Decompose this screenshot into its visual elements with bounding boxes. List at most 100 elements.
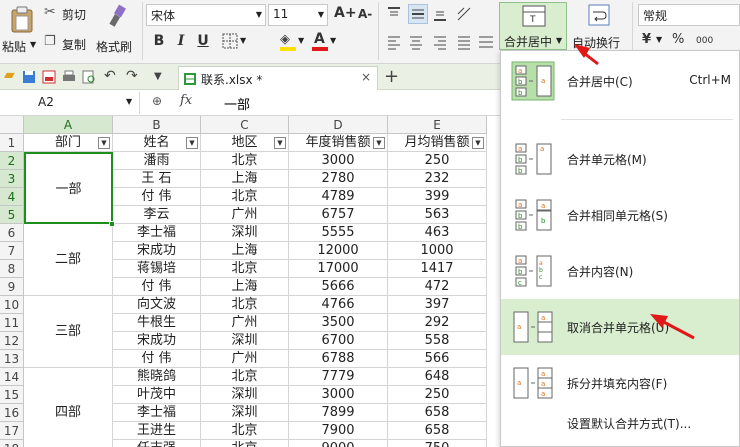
chevron-down-icon[interactable]: ▼ [154, 71, 162, 82]
table-cell[interactable]: 3500 [289, 314, 388, 332]
orientation-button[interactable] [456, 6, 474, 22]
table-cell[interactable]: 宋成功 [113, 332, 201, 350]
table-cell[interactable]: 6788 [289, 350, 388, 368]
row-header[interactable]: 5 [0, 206, 24, 224]
table-cell[interactable]: 深圳 [201, 224, 289, 242]
row-header[interactable]: 1 [0, 134, 24, 152]
table-cell[interactable]: 1000 [388, 242, 487, 260]
open-folder-icon[interactable]: ▰ [4, 67, 15, 83]
table-cell[interactable]: 李士福 [113, 404, 201, 422]
filter-dropdown-icon[interactable]: ▼ [98, 137, 110, 149]
align-middle-button[interactable] [408, 4, 428, 24]
undo-icon[interactable]: ↶ [104, 68, 116, 84]
function-button[interactable]: fx [180, 93, 192, 108]
table-cell[interactable]: 向文波 [113, 296, 201, 314]
table-cell[interactable]: 3000 [289, 386, 388, 404]
table-cell[interactable]: 北京 [201, 296, 289, 314]
zoom-icon[interactable]: ⊕ [152, 94, 162, 108]
copy-button[interactable]: ❐ 复制 [44, 34, 94, 52]
table-cell[interactable]: 北京 [201, 422, 289, 440]
row-header[interactable]: 7 [0, 242, 24, 260]
column-header[interactable]: B [113, 116, 201, 134]
table-cell[interactable]: 牛根生 [113, 314, 201, 332]
table-cell[interactable]: 北京 [201, 260, 289, 278]
row-header[interactable]: 2 [0, 152, 24, 170]
table-cell[interactable]: 北京 [201, 440, 289, 447]
table-cell[interactable]: 750 [388, 440, 487, 447]
table-cell[interactable]: 4766 [289, 296, 388, 314]
table-cell[interactable]: 658 [388, 422, 487, 440]
align-left-button[interactable] [386, 34, 404, 50]
merge-center-button[interactable]: T 合并居中 ▼ [499, 2, 567, 50]
column-header[interactable]: C [201, 116, 289, 134]
name-box[interactable]: A2 ▼ [0, 92, 140, 114]
row-header[interactable]: 4 [0, 188, 24, 206]
table-cell[interactable]: 李士福 [113, 224, 201, 242]
table-cell[interactable]: 广州 [201, 350, 289, 368]
table-cell[interactable]: 北京 [201, 152, 289, 170]
row-header[interactable]: 6 [0, 224, 24, 242]
tab-workbook[interactable]: 联系.xlsx * × [178, 66, 378, 90]
table-cell[interactable]: 王进生 [113, 422, 201, 440]
table-cell[interactable]: 叶茂中 [113, 386, 201, 404]
row-header[interactable]: 17 [0, 422, 24, 440]
comma-button[interactable]: 000 [696, 36, 713, 46]
table-cell[interactable]: 397 [388, 296, 487, 314]
new-tab-button[interactable]: + [384, 66, 399, 87]
table-cell[interactable]: 250 [388, 152, 487, 170]
table-cell[interactable]: 宋成功 [113, 242, 201, 260]
department-merged-cell[interactable]: 二部 [24, 224, 113, 296]
table-cell[interactable]: 熊晓鸽 [113, 368, 201, 386]
table-cell[interactable]: 李云 [113, 206, 201, 224]
align-top-button[interactable] [386, 6, 404, 22]
table-cell[interactable]: 上海 [201, 242, 289, 260]
row-header[interactable]: 8 [0, 260, 24, 278]
table-cell[interactable]: 7900 [289, 422, 388, 440]
row-header[interactable]: 15 [0, 386, 24, 404]
filter-dropdown-icon[interactable]: ▼ [373, 137, 385, 149]
table-cell[interactable]: 17000 [289, 260, 388, 278]
spreadsheet-grid[interactable]: ABCDE123456789101112131415161718部门▼姓名▼地区… [0, 116, 498, 447]
filter-dropdown-icon[interactable]: ▼ [472, 137, 484, 149]
font-size-select[interactable]: 11 ▼ [268, 4, 328, 26]
font-color-button[interactable]: A ▼ [312, 31, 342, 52]
table-cell[interactable]: 472 [388, 278, 487, 296]
table-cell[interactable]: 深圳 [201, 404, 289, 422]
menu-item[interactable]: a a 取消合并单元格(U) [501, 299, 739, 355]
percent-button[interactable]: % [672, 32, 684, 47]
align-bottom-button[interactable] [432, 6, 450, 22]
table-cell[interactable]: 王 石 [113, 170, 201, 188]
menu-item[interactable]: a b c a b c 合并内容(N) [501, 243, 739, 299]
borders-button[interactable]: ▼ [222, 33, 252, 51]
font-shrink-button[interactable]: A- [358, 7, 372, 21]
font-name-select[interactable]: 宋体 ▼ [146, 4, 266, 26]
table-cell[interactable]: 上海 [201, 170, 289, 188]
department-merged-cell[interactable]: 四部 [24, 368, 113, 447]
fill-handle[interactable] [109, 221, 115, 227]
table-cell[interactable]: 7899 [289, 404, 388, 422]
table-cell[interactable]: 5555 [289, 224, 388, 242]
table-cell[interactable]: 广州 [201, 206, 289, 224]
table-cell[interactable]: 5666 [289, 278, 388, 296]
justify-button[interactable] [456, 34, 474, 50]
header-cell[interactable]: 月均销售额 ▼ [388, 134, 487, 152]
row-header[interactable]: 3 [0, 170, 24, 188]
table-cell[interactable]: 北京 [201, 368, 289, 386]
bold-button[interactable]: B [150, 33, 168, 49]
table-cell[interactable]: 深圳 [201, 332, 289, 350]
table-cell[interactable]: 7779 [289, 368, 388, 386]
column-header[interactable]: A [24, 116, 113, 134]
row-header[interactable]: 13 [0, 350, 24, 368]
number-format-select[interactable]: 常规 [638, 4, 740, 26]
print-preview-icon[interactable] [82, 70, 96, 84]
table-cell[interactable]: 任志强 [113, 440, 201, 447]
row-header[interactable]: 9 [0, 278, 24, 296]
table-cell[interactable]: 12000 [289, 242, 388, 260]
table-cell[interactable]: 北京 [201, 188, 289, 206]
menu-item[interactable]: 设置默认合并方式(T)... [501, 411, 739, 439]
table-cell[interactable]: 2780 [289, 170, 388, 188]
table-cell[interactable]: 566 [388, 350, 487, 368]
table-cell[interactable]: 6757 [289, 206, 388, 224]
table-cell[interactable]: 232 [388, 170, 487, 188]
table-cell[interactable]: 463 [388, 224, 487, 242]
